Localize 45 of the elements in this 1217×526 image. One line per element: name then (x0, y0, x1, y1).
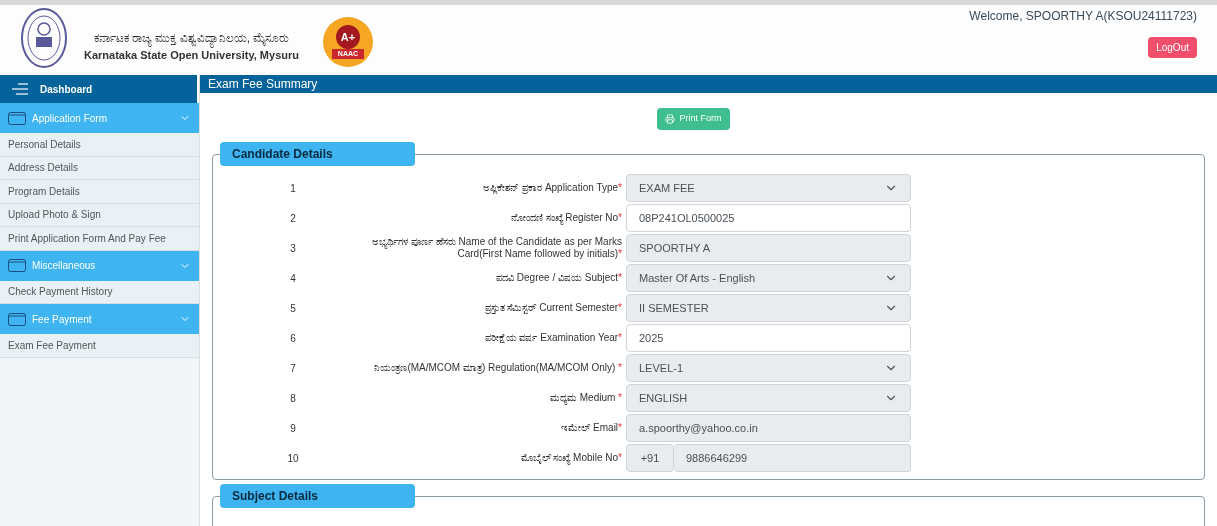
page-title: Exam Fee Summary (208, 76, 318, 93)
field-label: ನಿಯಂತ್ರಣ(MA/MCOM ಮಾತ್ರ) Regulation(MA/MCOM Only) * (373, 361, 623, 375)
field-label: ಪ್ರಸ್ತುತ ಸೆಮಿಸ್ಟರ್ Current Semester* (483, 301, 623, 315)
field-label: ಮಧ್ಯಮ Medium * (548, 391, 623, 405)
university-emblem-icon (20, 7, 68, 69)
row-number: 3 (289, 241, 297, 256)
text-field[interactable]: 08P241OL0500025 (626, 204, 911, 232)
field-label: ನೋಂದಣಿ ಸಂಖ್ಯೆ Register No* (509, 211, 623, 225)
sidebar-item[interactable]: Program Details (0, 180, 199, 204)
panel-legend: Subject Details (220, 484, 415, 508)
country-code: +91 (626, 444, 674, 472)
sidebar-item[interactable]: Exam Fee Payment (0, 334, 199, 358)
field-label: ಪರೀಕ್ಷೆಯ ವರ್ಷ Examination Year* (483, 331, 623, 345)
field-label: ಅಪ್ಲಿಕೇಶನ್ ಪ್ರಕಾರ Application Type* (482, 181, 623, 195)
row-number: 9 (289, 421, 297, 436)
text-field[interactable]: 2025 (626, 324, 911, 352)
field-label: ಪದವಿ Degree / ವಿಷಯ Subject* (495, 271, 623, 285)
sidebar-item[interactable]: Personal Details (0, 133, 199, 157)
folder-icon (8, 259, 26, 272)
dashboard-title: Dashboard (40, 82, 93, 97)
row-number: 6 (289, 331, 297, 346)
row-number: 10 (286, 451, 300, 466)
sidebar-item[interactable]: Check Payment History (0, 280, 199, 304)
field-label: ಮೊಬೈಲ್ ಸಂಖ್ಯೆ Mobile No* (519, 451, 623, 465)
row-number: 1 (289, 181, 297, 196)
menu-icon (12, 83, 28, 95)
folder-icon (8, 312, 26, 326)
sidebar-item[interactable]: Upload Photo & Sign (0, 203, 199, 227)
badge-grade: A+ (336, 24, 360, 49)
logout-button[interactable]: LogOut (1148, 37, 1197, 58)
university-name-kannada: ಕರ್ನಾಟಕ ರಾಜ್ಯ ಮುಕ್ತ ವಿಶ್ವವಿದ್ಯಾನಿಲಯ, ಮೈಸೂರು (93, 29, 290, 47)
print-icon (665, 114, 676, 124)
row-number: 2 (289, 211, 297, 226)
row-number: 8 (289, 391, 297, 406)
field-label: ಅಭ್ಯರ್ಥಿಗಳ ಪೂರ್ಣ ಹೆಸರು Name of the Candidate as per Marks Card(First Name followed by initials)* (371, 235, 623, 261)
row-number: 7 (289, 361, 297, 376)
welcome-text: Welcome, SPOORTHY A(KSOU24111723) (969, 8, 1197, 25)
panel-legend: Candidate Details (220, 142, 415, 166)
row-number: 5 (289, 301, 297, 316)
field-label: ಇಮೇಲ್ Email* (560, 421, 623, 435)
row-number: 4 (289, 271, 297, 286)
sidebar-item[interactable]: Print Application Form And Pay Fee (0, 227, 199, 251)
university-name: Karnataka State Open University, Mysuru (84, 48, 299, 63)
folder-icon (8, 111, 26, 125)
sidebar-item[interactable]: Address Details (0, 156, 199, 180)
